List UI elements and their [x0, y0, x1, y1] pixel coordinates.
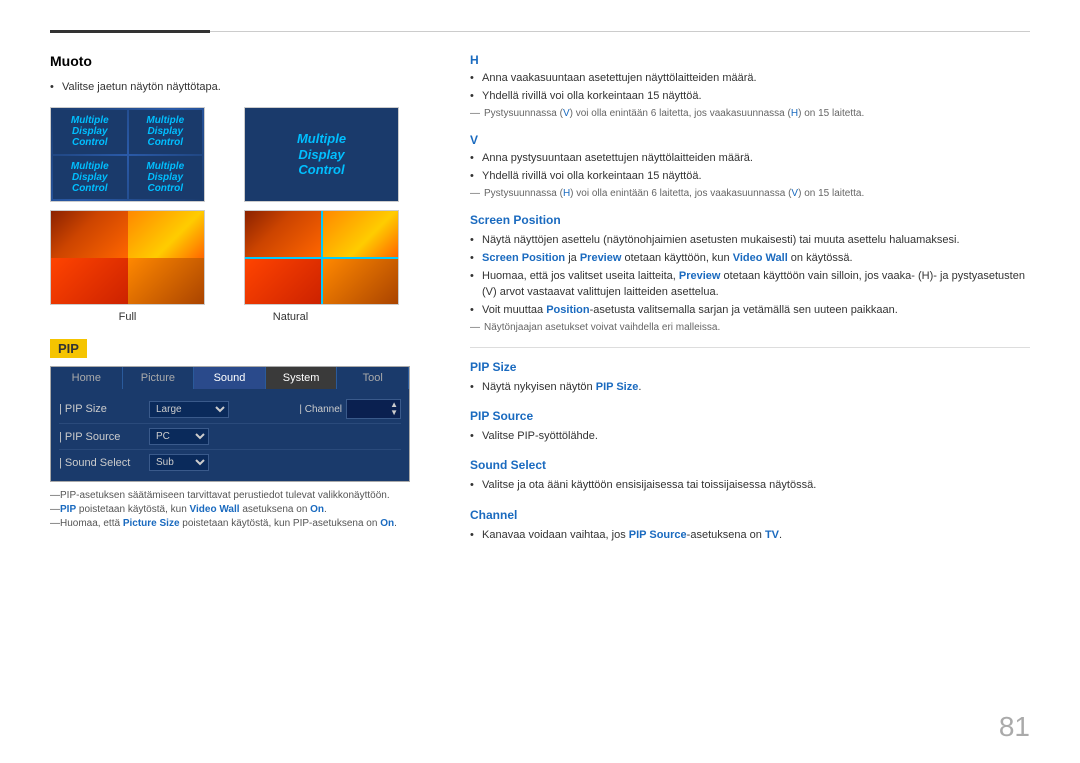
sound-select-title: Sound Select: [470, 458, 1030, 472]
top-dark-bar: [50, 30, 210, 33]
pip-tab-system[interactable]: System: [266, 367, 338, 389]
channel-arrows[interactable]: ▲ ▼: [390, 401, 398, 417]
channel-title: Channel: [470, 508, 1030, 522]
muoto-bullet: Valitse jaetun näytön näyttötapa.: [50, 81, 430, 93]
pip-source-select[interactable]: PC: [149, 428, 209, 445]
pip-source-bullet: Valitse PIP-syöttölähde.: [470, 429, 1030, 444]
pip-sound-value: Sub: [149, 454, 209, 471]
h-bullet-1: Anna vaakasuuntaan asetettujen näyttölai…: [470, 71, 1030, 86]
sound-select-bullet: Valitse ja ota ääni käyttöön ensisijaise…: [470, 478, 1030, 493]
left-column: Muoto Valitse jaetun näytön näyttötapa. …: [50, 53, 430, 557]
pip-source-title: PIP Source: [470, 409, 1030, 423]
pip-note-2: PIP poistetaan käytöstä, kun Video Wall …: [50, 504, 430, 515]
display-cards-grid: MultipleDisplayControl MultipleDisplayCo…: [50, 107, 430, 305]
pip-note-3: Huomaa, että Picture Size poistetaan käy…: [50, 518, 430, 529]
pip-row-sound: | Sound Select Sub: [59, 450, 401, 475]
photo-card-full: [50, 210, 205, 305]
v-title: V: [470, 133, 1030, 147]
v-note: Pystysuunnassa (H) voi olla enintään 6 l…: [470, 188, 1030, 199]
label-full: Full: [50, 311, 205, 323]
image-labels: Full Natural: [50, 311, 430, 323]
pip-source-label: | PIP Source: [59, 431, 149, 443]
right-column: H Anna vaakasuuntaan asetettujen näyttöl…: [470, 53, 1030, 557]
pip-badge: PIP: [50, 339, 87, 358]
pip-menu-tabs: Home Picture Sound System Tool: [51, 367, 409, 389]
pip-size-label: | PIP Size: [59, 403, 149, 415]
pip-notes: PIP-asetuksen säätämiseen tarvittavat pe…: [50, 490, 430, 529]
pip-tab-picture[interactable]: Picture: [123, 367, 195, 389]
pip-source-value: PC: [149, 428, 209, 445]
sp-note: Näytönjaajan asetukset voivat vaihdella …: [470, 322, 1030, 333]
top-decorative-lines: [50, 30, 1030, 33]
v-bullet-1: Anna pystysuuntaan asetettujen näyttölai…: [470, 151, 1030, 166]
pip-size-select[interactable]: Large: [149, 401, 229, 418]
screen-position-title: Screen Position: [470, 213, 1030, 227]
pip-section: PIP Home Picture Sound System Tool: [50, 339, 430, 529]
pip-tab-sound[interactable]: Sound: [194, 367, 266, 389]
channel-bullet: Kanavaa voidaan vaihtaa, jos PIP Source-…: [470, 528, 1030, 543]
pip-row-source: | PIP Source PC: [59, 424, 401, 450]
section-divider: [470, 347, 1030, 348]
pip-sound-select[interactable]: Sub: [149, 454, 209, 471]
sp-bullet-2: Screen Position ja Preview otetaan käytt…: [470, 251, 1030, 266]
page-container: Muoto Valitse jaetun näytön näyttötapa. …: [0, 0, 1080, 763]
pip-rows: | PIP Size Large | Channel: [51, 389, 409, 481]
channel-input-box[interactable]: ▲ ▼: [346, 399, 401, 419]
h-section: H Anna vaakasuuntaan asetettujen näyttöl…: [470, 53, 1030, 119]
sp-bullet-4: Voit muuttaa Position-asetusta valitsema…: [470, 303, 1030, 318]
sp-bullet-3: Huomaa, että jos valitset useita laittei…: [470, 269, 1030, 300]
pip-size-section: PIP Size Näytä nykyisen näytön PIP Size.: [470, 360, 1030, 395]
sp-bullet-1: Näytä näyttöjen asettelu (näytönohjaimie…: [470, 233, 1030, 248]
photo-card-natural: [244, 210, 399, 305]
h-note: Pystysuunnassa (V) voi olla enintään 6 l…: [470, 108, 1030, 119]
pip-row-size: | PIP Size Large | Channel: [59, 395, 401, 424]
pip-size-value: Large: [149, 401, 229, 418]
sound-select-section: Sound Select Valitse ja ota ääni käyttöö…: [470, 458, 1030, 493]
pip-sound-label: | Sound Select: [59, 457, 149, 469]
pip-tab-tool[interactable]: Tool: [337, 367, 409, 389]
page-number: 81: [999, 711, 1030, 743]
display-card-2: MultipleDisplayControl: [244, 107, 399, 202]
muoto-section: Muoto Valitse jaetun näytön näyttötapa.: [50, 53, 430, 93]
pip-source-section: PIP Source Valitse PIP-syöttölähde.: [470, 409, 1030, 444]
muoto-title: Muoto: [50, 53, 430, 69]
label-natural: Natural: [213, 311, 368, 323]
display-card-1: MultipleDisplayControl MultipleDisplayCo…: [50, 107, 205, 202]
pip-menu: Home Picture Sound System Tool | PIP Siz…: [50, 366, 410, 482]
h-title: H: [470, 53, 1030, 67]
pip-size-bullet: Näytä nykyisen näytön PIP Size.: [470, 380, 1030, 395]
main-content: Muoto Valitse jaetun näytön näyttötapa. …: [50, 53, 1030, 557]
screen-position-section: Screen Position Näytä näyttöjen asettelu…: [470, 213, 1030, 333]
channel-label-text: | Channel: [299, 404, 342, 415]
v-bullet-2: Yhdellä rivillä voi olla korkeintaan 15 …: [470, 169, 1030, 184]
pip-size-title: PIP Size: [470, 360, 1030, 374]
pip-note-1: PIP-asetuksen säätämiseen tarvittavat pe…: [50, 490, 430, 501]
v-section: V Anna pystysuuntaan asetettujen näyttöl…: [470, 133, 1030, 199]
pip-tab-home[interactable]: Home: [51, 367, 123, 389]
channel-section: Channel Kanavaa voidaan vaihtaa, jos PIP…: [470, 508, 1030, 543]
top-light-bar: [210, 31, 1030, 32]
h-bullet-2: Yhdellä rivillä voi olla korkeintaan 15 …: [470, 89, 1030, 104]
